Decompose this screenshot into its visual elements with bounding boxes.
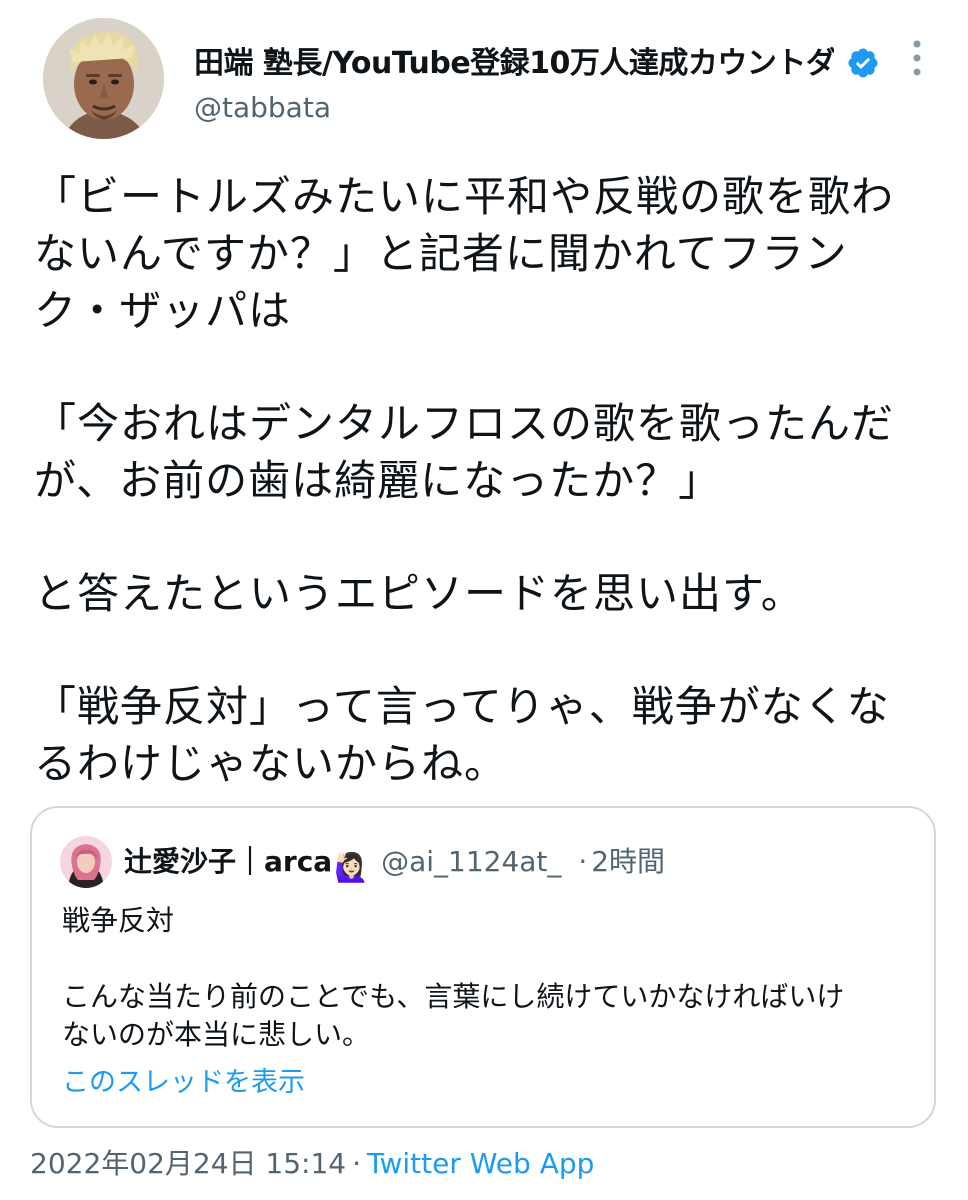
quoted-tweet-header: 辻愛沙子｜arca🙋🏻‍♀️ @ai_1124at_ · 2時間 [124,842,665,888]
show-thread-link[interactable]: このスレッドを表示 [62,1064,305,1102]
more-vertical-icon[interactable] [900,36,934,80]
tweet-detail: 田端 塾長/YouTube登録10万人達成カウントダ… @tabbata 「ビー… [0,0,968,1200]
tweet-timestamp[interactable]: 2022年02月24日 15:14 [30,1147,346,1180]
user-avatar-photo [43,18,164,139]
author-handle[interactable]: @tabbata [194,90,331,126]
tweet-metadata: 2022年02月24日 15:14 · Twitter Web App [30,1144,594,1184]
quoted-tweet-paragraph: こんな当たり前のことでも、言葉にし続けていかなければいけ ないのが本当に悲しい。 [62,980,845,1051]
quoted-tweet-paragraph: 戦争反対 [62,904,175,937]
quoted-tweet-time[interactable]: 2時間 [591,845,665,878]
verified-badge-icon [848,48,878,78]
dot-separator: · [352,1147,362,1180]
tweet-paragraph: と答えたというエピソードを思い出す。 [34,569,804,618]
author-avatar[interactable] [43,18,164,139]
raising-hand-emoji-icon: 🙋🏻‍♀️ [334,851,370,884]
user-avatar-photo [60,836,112,888]
quoted-author-handle[interactable]: @ai_1124at_ [381,845,561,878]
quoted-author-name[interactable]: 辻愛沙子｜arca [124,845,332,878]
tweet-text: 「ビートルズみたいに平和や反戦の歌を歌わ ないんですか？」と記者に聞かれてフラン… [34,168,934,848]
tweet-paragraph: 「戦争反対」って言ってりゃ、戦争がなくな るわけじゃないからね。 [34,682,890,788]
quoted-author-avatar[interactable] [60,836,112,888]
tweet-paragraph: 「ビートルズみたいに平和や反戦の歌を歌わ ないんですか？」と記者に聞かれてフラン… [34,172,895,335]
author-display-name[interactable]: 田端 塾長/YouTube登録10万人達成カウントダ… [194,44,834,84]
tweet-paragraph: 「今おれはデンタルフロスの歌を歌ったんだ が、お前の歯は綺麗になったか？」 [34,399,895,505]
quoted-tweet-card[interactable]: 辻愛沙子｜arca🙋🏻‍♀️ @ai_1124at_ · 2時間 戦争反対 こんな当… [30,806,936,1128]
dot-separator: · [578,845,588,878]
tweet-source-link[interactable]: Twitter Web App [367,1147,594,1180]
